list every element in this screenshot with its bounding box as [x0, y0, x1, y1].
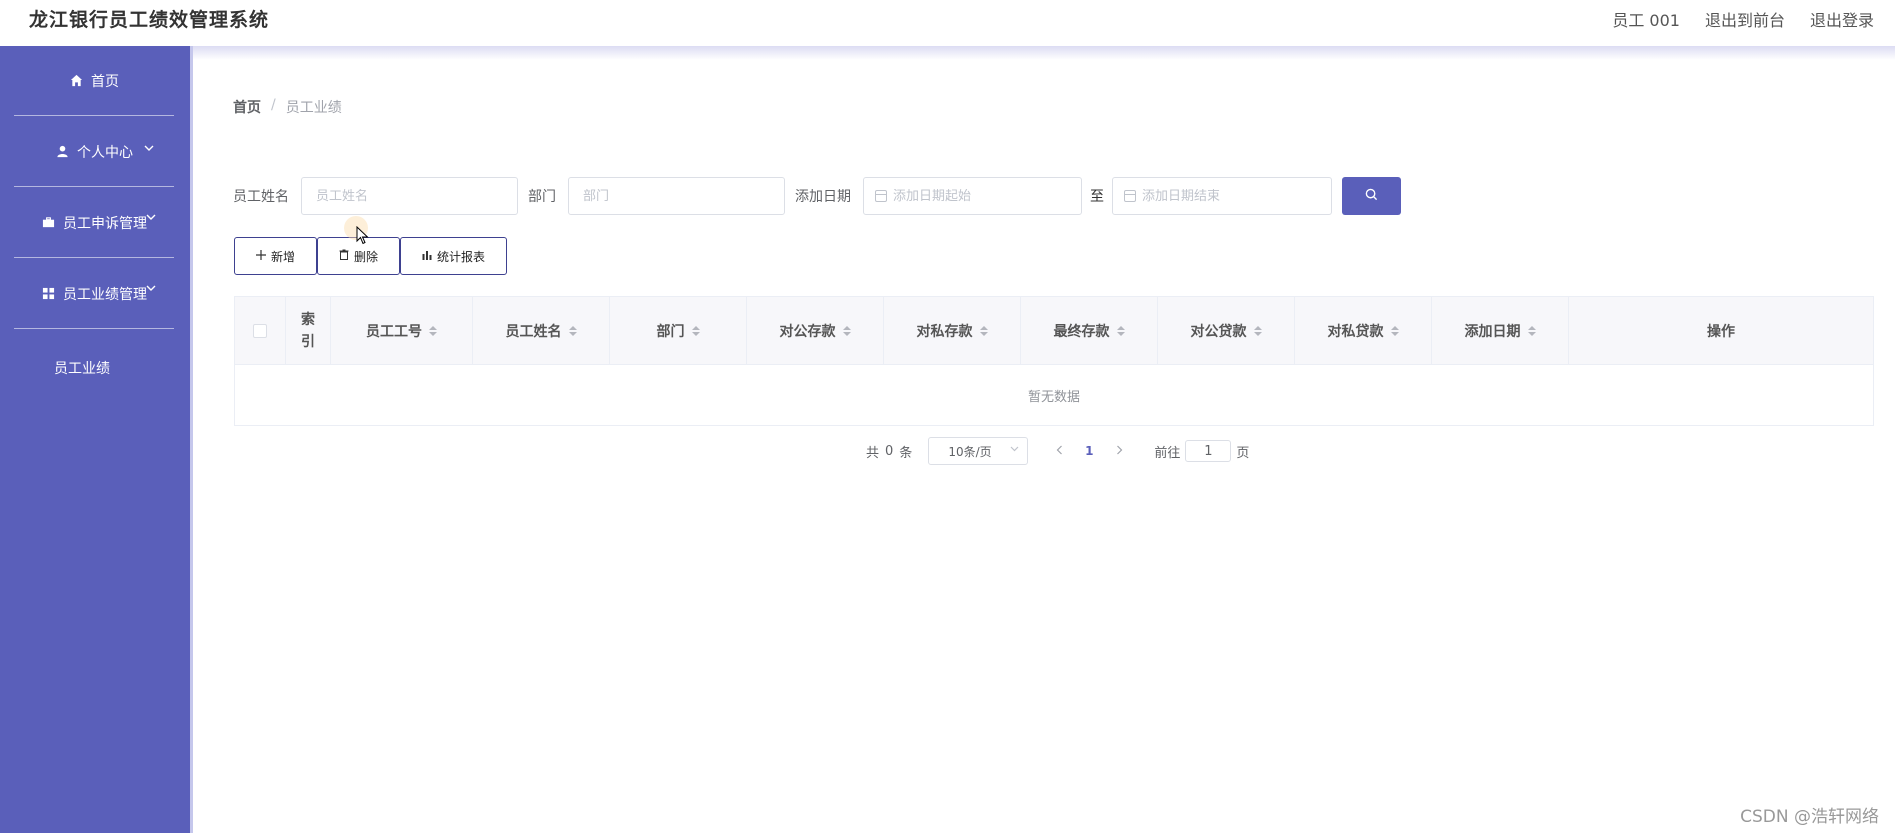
sort-icon[interactable] — [979, 325, 988, 336]
performance-table: 索引 员工工号 员工姓名 部门 对公存款 对私存款 最终存款 对公贷款 对私贷款… — [234, 296, 1874, 426]
header-user-menu: 员工 001 退出到前台 退出登录 — [1612, 7, 1874, 31]
date-end-field — [1112, 177, 1332, 215]
top-header: 龙江银行员工绩效管理系统 员工 001 退出到前台 退出登录 — [0, 0, 1895, 46]
sidebar-item-label: 员工申诉管理 — [63, 215, 147, 232]
home-icon — [69, 74, 83, 88]
employee-name-input[interactable] — [316, 188, 517, 204]
employee-name-label: 员工姓名 — [233, 189, 289, 205]
sidebar-item-personal-center[interactable]: 个人中心 — [14, 117, 174, 187]
breadcrumb-current: 员工业绩 — [285, 100, 342, 116]
column-header-personal-deposit[interactable]: 对私存款 — [884, 297, 1021, 364]
add-button[interactable]: 新增 — [234, 237, 317, 275]
user-icon — [55, 145, 69, 159]
sidebar-item-label: 个人中心 — [77, 144, 133, 161]
column-header-employee-name[interactable]: 员工姓名 — [473, 297, 610, 364]
chevron-down-icon — [144, 141, 154, 155]
sidebar-item-appeal-management[interactable]: 员工申诉管理 — [14, 188, 174, 258]
goto-page-input[interactable]: 1 — [1185, 440, 1232, 462]
search-button[interactable] — [1342, 177, 1401, 215]
chevron-down-icon — [1010, 444, 1019, 455]
search-icon — [1365, 188, 1378, 204]
pagination-total-suffix: 条 — [899, 445, 913, 461]
column-header-department[interactable]: 部门 — [610, 297, 747, 364]
date-start-field — [863, 177, 1082, 215]
mouse-cursor-icon — [356, 225, 369, 249]
bar-chart-icon — [422, 249, 432, 263]
sidebar-item-home[interactable]: 首页 — [14, 46, 174, 116]
sort-icon[interactable] — [1527, 325, 1536, 336]
column-header-label: 索引 — [301, 311, 315, 350]
page-number-current[interactable]: 1 — [1074, 444, 1104, 458]
employee-name-field — [301, 177, 518, 215]
sort-icon[interactable] — [1253, 325, 1262, 336]
back-to-front-link[interactable]: 退出到前台 — [1705, 7, 1785, 31]
pagination-total-prefix: 共 — [866, 445, 880, 461]
grid-icon — [41, 287, 55, 301]
briefcase-icon — [41, 216, 55, 230]
breadcrumb-home[interactable]: 首页 — [233, 97, 261, 117]
column-header-corporate-deposit[interactable]: 对公存款 — [747, 297, 884, 364]
column-header-personal-loan[interactable]: 对私贷款 — [1295, 297, 1432, 364]
app-title: 龙江银行员工绩效管理系统 — [29, 9, 270, 31]
sort-icon[interactable] — [429, 325, 437, 336]
breadcrumb-separator: / — [271, 97, 276, 113]
sidebar-item-performance-management[interactable]: 员工业绩管理 — [14, 259, 174, 329]
date-end-input[interactable] — [1142, 188, 1331, 204]
table-header-row: 索引 员工工号 员工姓名 部门 对公存款 对私存款 最终存款 对公贷款 对私贷款… — [235, 297, 1873, 365]
sort-icon[interactable] — [1390, 325, 1399, 336]
logout-link[interactable]: 退出登录 — [1810, 7, 1874, 31]
sidebar-item-label: 首页 — [91, 73, 119, 90]
breadcrumb: 首页 / 员工业绩 — [233, 97, 342, 117]
sort-icon[interactable] — [842, 325, 851, 336]
trash-icon — [339, 249, 349, 263]
pagination-total-count: 0 — [885, 443, 894, 459]
column-header-add-date[interactable]: 添加日期 — [1432, 297, 1569, 364]
sidebar: 首页 个人中心 员工申诉管理 员工业绩管理 员工业绩 — [0, 46, 190, 833]
header-shadow — [190, 46, 1895, 60]
sidebar-item-label: 员工业绩管理 — [63, 286, 147, 303]
department-input[interactable] — [583, 188, 784, 204]
column-header-employee-id[interactable]: 员工工号 — [331, 297, 473, 364]
action-toolbar: 新增 删除 统计报表 — [234, 237, 507, 275]
sort-icon[interactable] — [1116, 325, 1125, 336]
chevron-down-icon — [146, 281, 156, 295]
sidebar-border — [190, 46, 193, 833]
department-field — [568, 177, 785, 215]
calendar-icon — [875, 190, 887, 202]
chevron-right-icon — [1116, 443, 1123, 459]
sidebar-subitem-performance[interactable]: 员工业绩 — [54, 358, 110, 378]
prev-page-button[interactable] — [1044, 443, 1074, 459]
column-header-operations: 操作 — [1707, 323, 1735, 340]
goto-suffix: 页 — [1236, 445, 1250, 461]
statistics-report-button[interactable]: 统计报表 — [400, 237, 507, 275]
page-size-select[interactable]: 10条/页 — [928, 437, 1029, 465]
select-all-cell — [235, 297, 286, 364]
next-page-button[interactable] — [1104, 443, 1134, 459]
current-user-label: 员工 001 — [1612, 11, 1680, 30]
plus-icon — [255, 249, 266, 263]
calendar-icon — [1124, 190, 1136, 202]
date-range-separator: 至 — [1090, 189, 1104, 205]
column-header-final-deposit[interactable]: 最终存款 — [1021, 297, 1158, 364]
goto-prefix: 前往 — [1154, 445, 1181, 461]
department-label: 部门 — [528, 189, 556, 205]
search-form: 员工姓名 部门 添加日期 至 — [233, 177, 1401, 215]
add-date-label: 添加日期 — [795, 189, 851, 205]
sort-icon[interactable] — [691, 325, 700, 336]
table-empty-text: 暂无数据 — [1027, 389, 1080, 405]
watermark-text: CSDN @浩轩网络 — [1740, 807, 1879, 827]
chevron-left-icon — [1056, 443, 1063, 459]
select-all-checkbox[interactable] — [253, 323, 267, 338]
date-start-input[interactable] — [893, 188, 1081, 204]
chevron-down-icon — [146, 210, 156, 224]
sort-icon[interactable] — [568, 325, 577, 336]
column-header-index: 索引 — [286, 297, 331, 364]
pagination: 共 0 条 10条/页 1 前往 1 页 — [866, 437, 1249, 465]
column-header-corporate-loan[interactable]: 对公贷款 — [1158, 297, 1295, 364]
